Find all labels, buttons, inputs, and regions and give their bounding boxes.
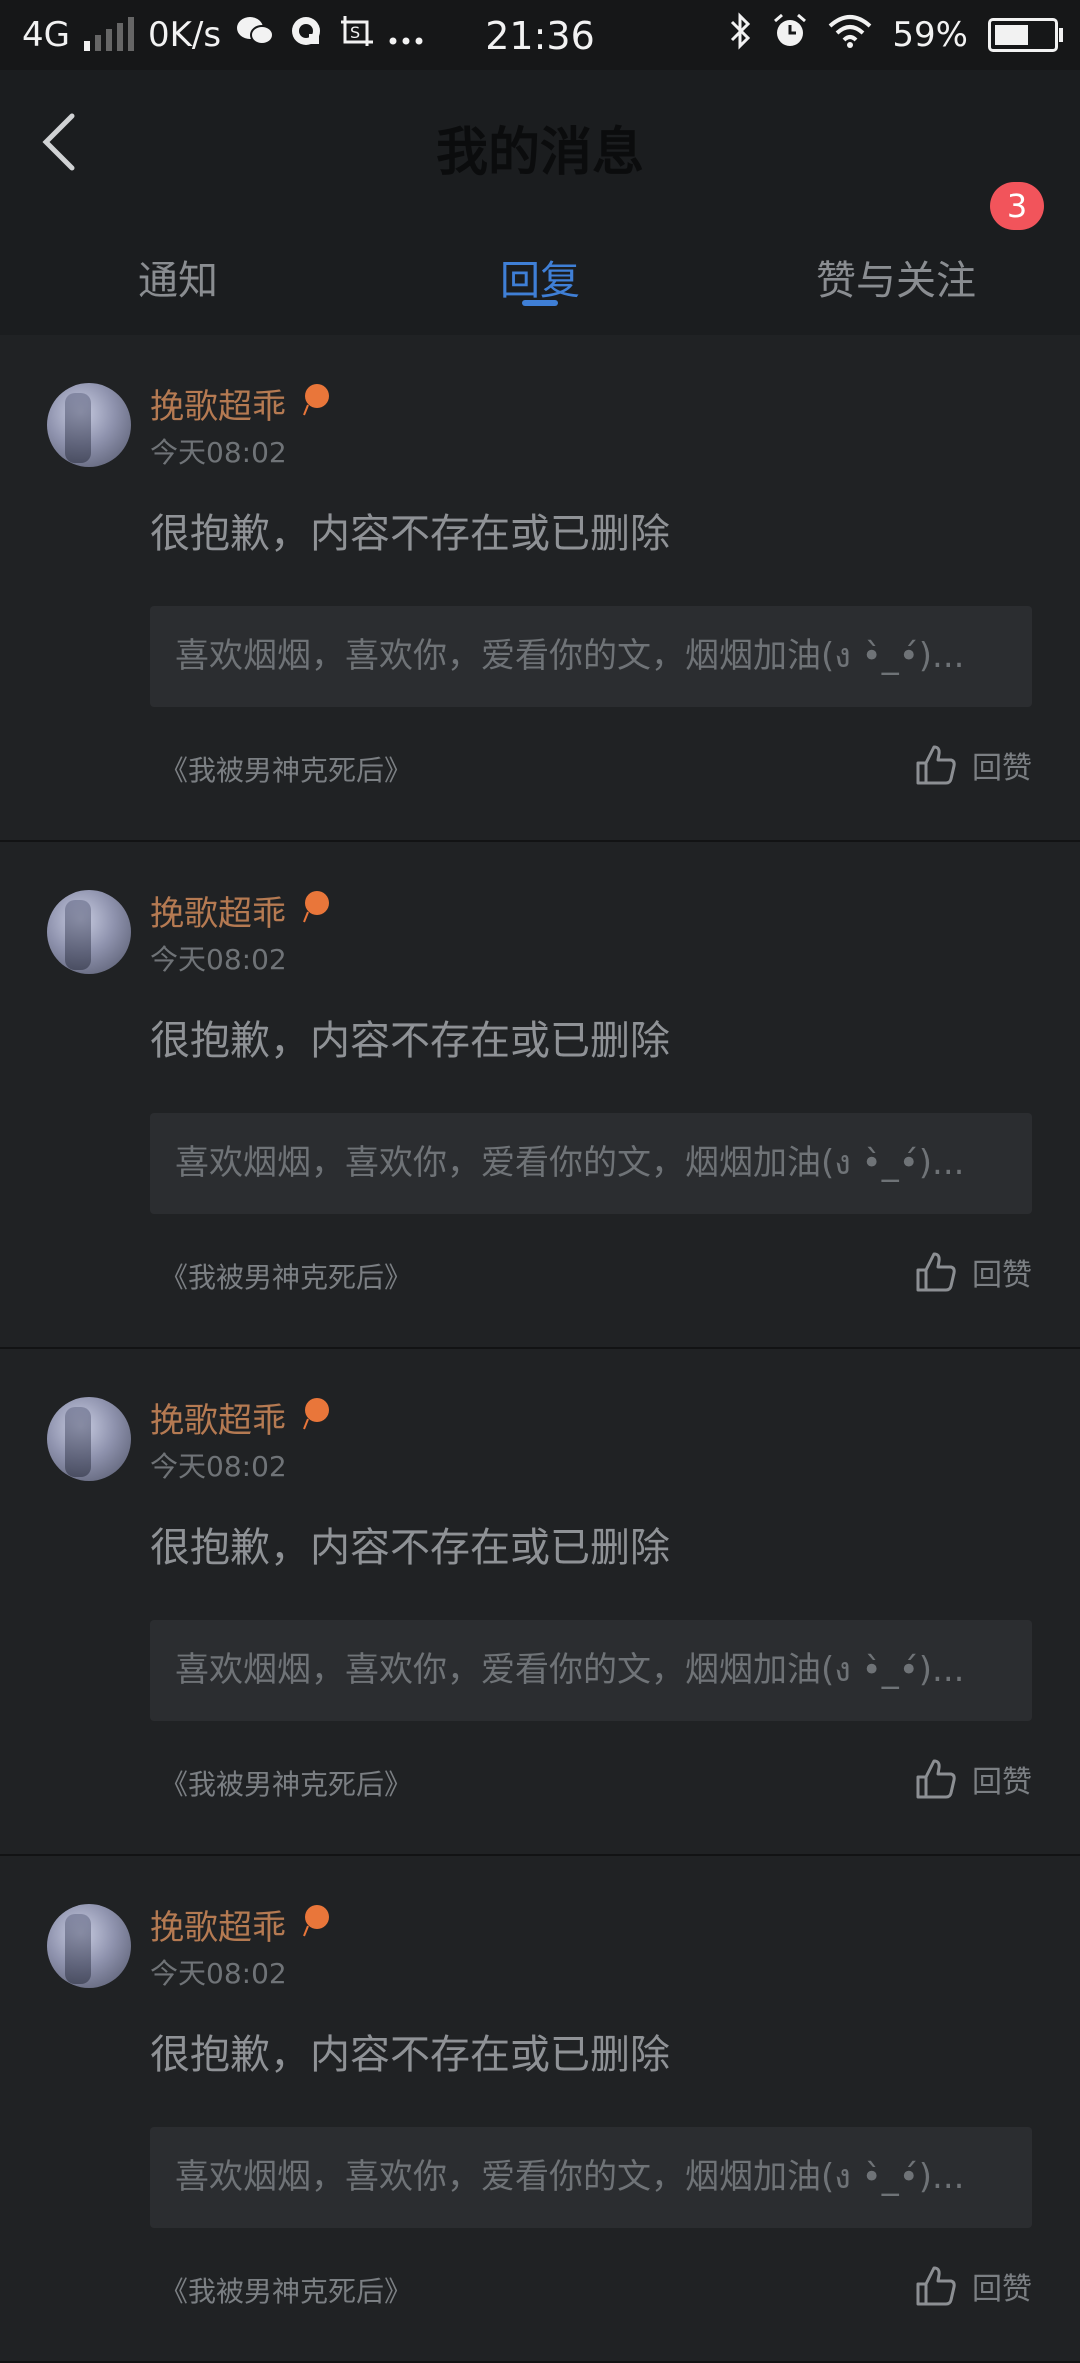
like-back-label: 回赞 bbox=[972, 2272, 1032, 2307]
book-title-link[interactable]: 《我被男神克死后》 bbox=[160, 2270, 412, 2310]
battery-percent: 59% bbox=[892, 15, 968, 55]
status-bar: 4G 0K/s S 21:36 59% bbox=[0, 0, 1080, 70]
like-back-button[interactable]: 回赞 bbox=[914, 1757, 1032, 1801]
tab-notifications[interactable]: 通知 bbox=[138, 248, 218, 306]
tab-replies[interactable]: 回复 bbox=[500, 248, 580, 306]
battery-icon bbox=[988, 18, 1063, 52]
active-tab-indicator bbox=[522, 300, 558, 306]
message-item[interactable]: 挽歌超乖 今天08:02 很抱歉，内容不存在或已删除 喜欢烟烟，喜欢你，爱看你的… bbox=[0, 1349, 1080, 1856]
bluetooth-icon bbox=[728, 11, 752, 59]
avatar[interactable] bbox=[47, 1904, 131, 1988]
wifi-icon bbox=[828, 14, 872, 57]
message-item[interactable]: 挽歌超乖 今天08:02 很抱歉，内容不存在或已删除 喜欢烟烟，喜欢你，爱看你的… bbox=[0, 335, 1080, 842]
avatar[interactable] bbox=[47, 890, 131, 974]
book-title-link[interactable]: 《我被男神克死后》 bbox=[160, 1256, 412, 1296]
like-back-button[interactable]: 回赞 bbox=[914, 2264, 1032, 2308]
thumbs-up-icon bbox=[916, 1759, 956, 1799]
alarm-icon bbox=[772, 13, 808, 58]
thumbs-up-icon bbox=[916, 745, 956, 785]
like-back-label: 回赞 bbox=[972, 1765, 1032, 1800]
like-back-button[interactable]: 回赞 bbox=[914, 743, 1032, 787]
username[interactable]: 挽歌超乖 bbox=[150, 1393, 286, 1442]
like-back-label: 回赞 bbox=[972, 751, 1032, 786]
page-title: 我的消息 bbox=[435, 123, 644, 183]
username[interactable]: 挽歌超乖 bbox=[150, 379, 286, 428]
like-back-button[interactable]: 回赞 bbox=[914, 1250, 1032, 1294]
timestamp: 今天08:02 bbox=[150, 436, 287, 469]
message-list: 挽歌超乖 今天08:02 很抱歉，内容不存在或已删除 喜欢烟烟，喜欢你，爱看你的… bbox=[0, 335, 1080, 2363]
unread-badge: 3 bbox=[990, 182, 1044, 230]
book-title-link[interactable]: 《我被男神克死后》 bbox=[160, 1763, 412, 1803]
quoted-comment[interactable]: 喜欢烟烟，喜欢你，爱看你的文，烟烟加油(ง •̀_•́)... bbox=[150, 606, 1032, 707]
username[interactable]: 挽歌超乖 bbox=[150, 1900, 286, 1949]
message-content: 很抱歉，内容不存在或已删除 bbox=[150, 1525, 670, 1571]
avatar[interactable] bbox=[47, 383, 131, 467]
username[interactable]: 挽歌超乖 bbox=[150, 886, 286, 935]
balloon-icon bbox=[303, 1398, 329, 1430]
quoted-comment[interactable]: 喜欢烟烟，喜欢你，爱看你的文，烟烟加油(ง •̀_•́)... bbox=[150, 2127, 1032, 2228]
message-content: 很抱歉，内容不存在或已删除 bbox=[150, 1018, 670, 1064]
balloon-icon bbox=[303, 1905, 329, 1937]
avatar[interactable] bbox=[47, 1397, 131, 1481]
timestamp: 今天08:02 bbox=[150, 1450, 287, 1483]
status-right: 59% bbox=[728, 0, 1063, 70]
quoted-comment[interactable]: 喜欢烟烟，喜欢你，爱看你的文，烟烟加油(ง •̀_•́)... bbox=[150, 1620, 1032, 1721]
balloon-icon bbox=[303, 891, 329, 923]
battery-fill bbox=[995, 25, 1028, 45]
balloon-icon bbox=[303, 384, 329, 416]
thumbs-up-icon bbox=[916, 1252, 956, 1292]
like-back-label: 回赞 bbox=[972, 1258, 1032, 1293]
book-title-link[interactable]: 《我被男神克死后》 bbox=[160, 749, 412, 789]
message-item[interactable]: 挽歌超乖 今天08:02 很抱歉，内容不存在或已删除 喜欢烟烟，喜欢你，爱看你的… bbox=[0, 1856, 1080, 2363]
message-content: 很抱歉，内容不存在或已删除 bbox=[150, 2032, 670, 2078]
tab-likes-follows[interactable]: 赞与关注 bbox=[816, 248, 976, 306]
timestamp: 今天08:02 bbox=[150, 943, 287, 976]
message-item[interactable]: 挽歌超乖 今天08:02 很抱歉，内容不存在或已删除 喜欢烟烟，喜欢你，爱看你的… bbox=[0, 842, 1080, 1349]
quoted-comment[interactable]: 喜欢烟烟，喜欢你，爱看你的文，烟烟加油(ง •̀_•́)... bbox=[150, 1113, 1032, 1214]
timestamp: 今天08:02 bbox=[150, 1957, 287, 1990]
message-content: 很抱歉，内容不存在或已删除 bbox=[150, 511, 670, 557]
thumbs-up-icon bbox=[916, 2266, 956, 2306]
